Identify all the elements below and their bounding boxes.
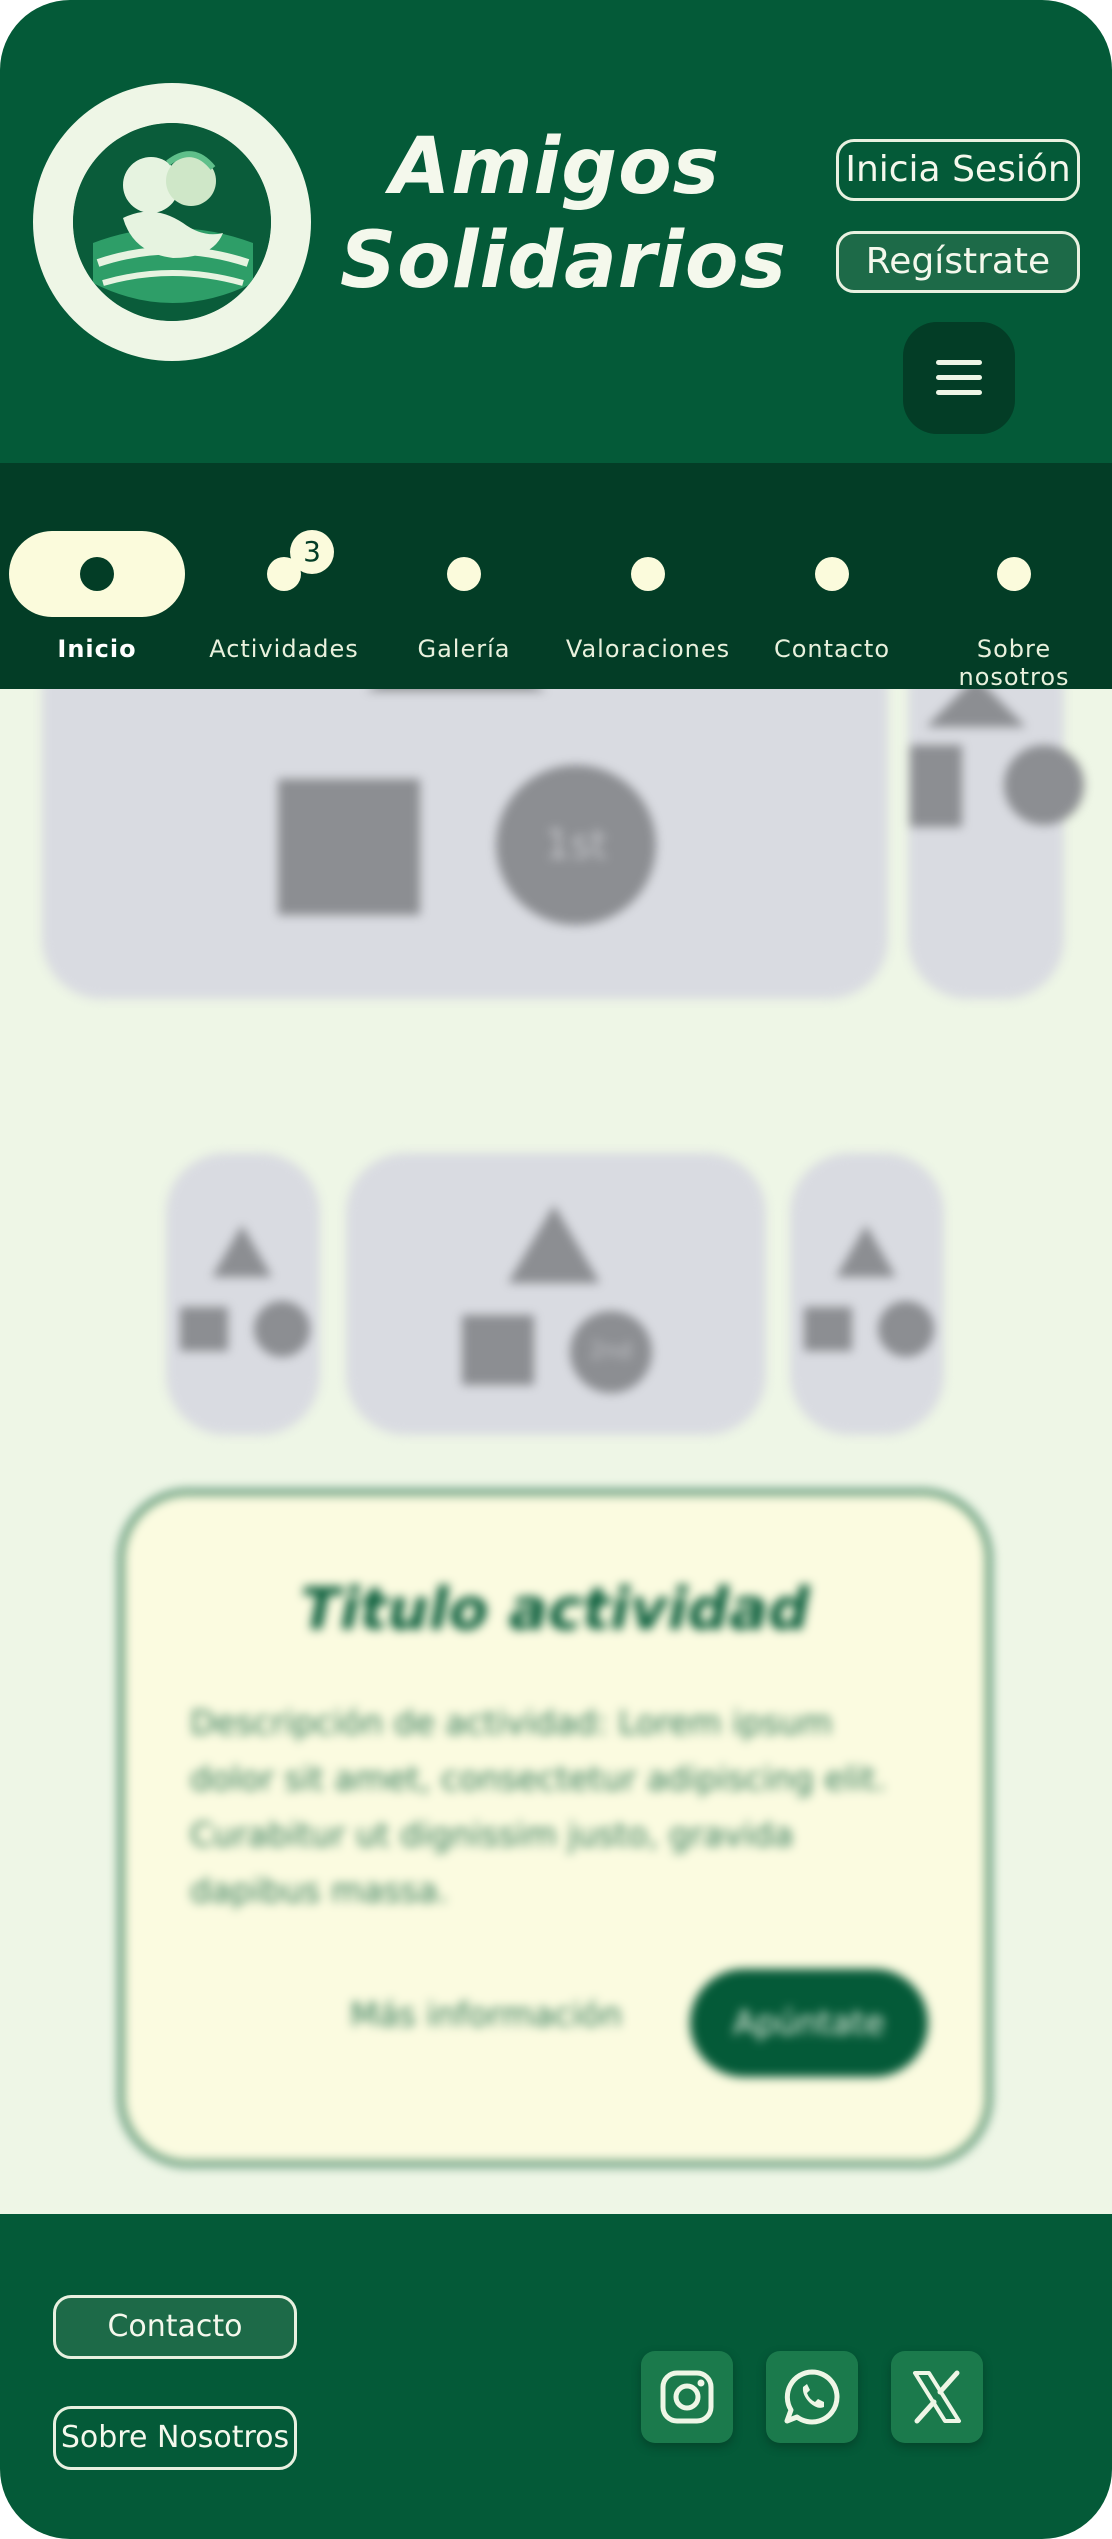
logo[interactable] <box>33 83 311 361</box>
valoraciones-icon <box>631 557 665 591</box>
bottom-tab-nav: Inicio 3 Actividades Galería Valoracione… <box>0 463 1112 691</box>
tab-sobre-nosotros[interactable]: Sobre nosotros <box>922 493 1106 691</box>
galeria-icon <box>447 557 481 591</box>
more-info-link[interactable]: Más información <box>336 1995 636 2034</box>
tab-contacto[interactable]: Contacto <box>740 493 924 673</box>
shape-triangle <box>366 689 546 691</box>
carousel-card-left[interactable] <box>166 1153 320 1435</box>
inicio-icon <box>80 557 114 591</box>
app-screen: Amigos Solidarios Inicia Sesión Regístra… <box>0 0 1112 2539</box>
x-icon[interactable] <box>891 2351 983 2443</box>
placeholder-badge: 1st <box>496 765 656 925</box>
tab-label: Actividades <box>209 635 359 663</box>
tab-label: Inicio <box>57 635 137 663</box>
tab-label: Galería <box>417 635 511 663</box>
activity-card: Titulo actividad Descripción de activida… <box>118 1489 992 2167</box>
activity-title: Titulo actividad <box>300 1575 810 1643</box>
shape-square <box>462 1315 534 1385</box>
app-title: Amigos Solidarios <box>340 120 787 308</box>
main-content: 1st 2nd Titulo actividad Descripción de … <box>0 689 1112 2214</box>
shape-square <box>910 745 962 827</box>
shape-triangle <box>212 1225 272 1277</box>
register-button[interactable]: Regístrate <box>836 231 1080 293</box>
shape-triangle <box>836 1225 896 1277</box>
carousel-card-center[interactable]: 2nd <box>346 1153 766 1435</box>
tab-label: Contacto <box>773 635 891 663</box>
contacto-icon <box>815 557 849 591</box>
shape-square <box>180 1307 228 1351</box>
footer-contact-button[interactable]: Contacto <box>53 2295 297 2359</box>
carousel-card-main[interactable]: 1st <box>42 689 888 999</box>
carousel-card-next[interactable] <box>908 689 1084 999</box>
footer: Contacto Sobre Nosotros <box>0 2214 1112 2539</box>
hugging-friends-logo-icon <box>73 123 271 321</box>
hamburger-menu-icon[interactable] <box>903 322 1015 434</box>
shape-triangle <box>508 1205 600 1283</box>
activity-description: Descripción de actividad: Lorem ipsum do… <box>190 1703 887 1910</box>
sobre-nosotros-icon <box>997 557 1031 591</box>
whatsapp-icon[interactable] <box>766 2351 858 2443</box>
tab-label: Valoraciones <box>565 635 731 663</box>
tab-inicio[interactable]: Inicio <box>5 493 189 673</box>
join-button[interactable]: Apúntate <box>690 1969 928 2077</box>
shape-triangle <box>926 689 1026 727</box>
notification-badge: 3 <box>290 530 334 574</box>
placeholder-badge <box>1004 745 1084 825</box>
login-button[interactable]: Inicia Sesión <box>836 139 1080 201</box>
tab-valoraciones[interactable]: Valoraciones <box>556 493 740 673</box>
tab-label: Sobre nosotros <box>958 635 1070 691</box>
footer-about-button[interactable]: Sobre Nosotros <box>53 2406 297 2470</box>
app-title-line1: Amigos <box>389 122 721 212</box>
shape-square <box>804 1307 852 1351</box>
tab-actividades[interactable]: 3 Actividades <box>192 493 376 673</box>
placeholder-badge: 2nd <box>570 1311 652 1393</box>
app-title-line2: Solidarios <box>340 216 787 306</box>
carousel-card-right[interactable] <box>790 1153 944 1435</box>
tab-galeria[interactable]: Galería <box>372 493 556 673</box>
placeholder-badge <box>254 1301 310 1357</box>
placeholder-badge <box>878 1301 934 1357</box>
instagram-icon[interactable] <box>641 2351 733 2443</box>
header: Amigos Solidarios Inicia Sesión Regístra… <box>0 0 1112 463</box>
shape-square <box>278 779 420 915</box>
